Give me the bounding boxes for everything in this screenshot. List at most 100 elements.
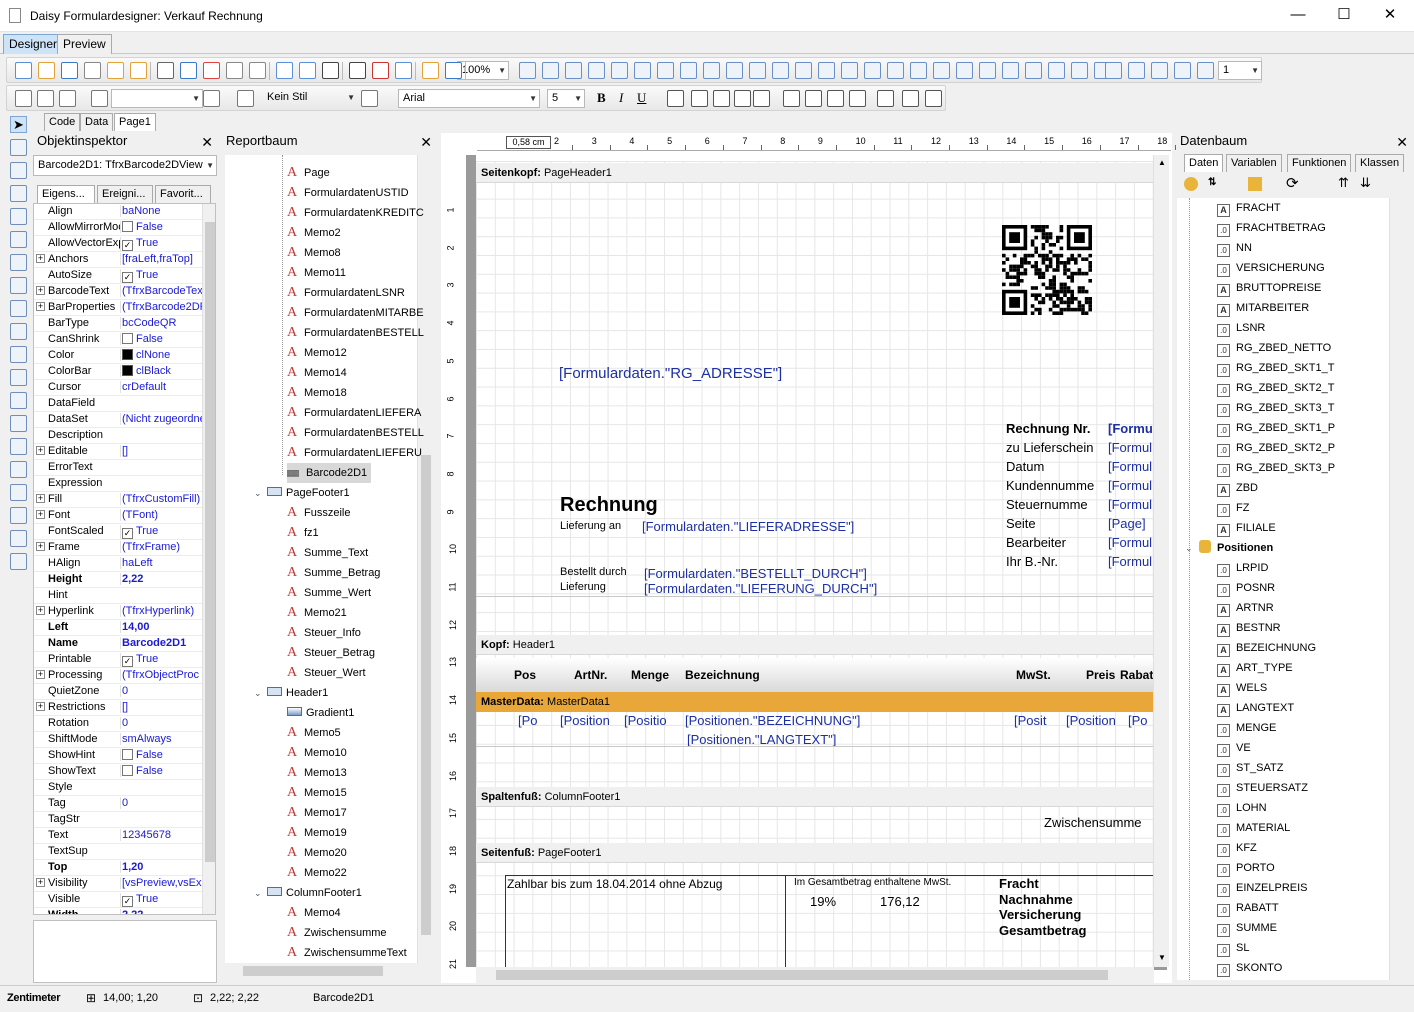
rechnung-heading[interactable]: Rechnung — [560, 494, 658, 517]
toolbar-tool-icon[interactable] — [864, 62, 881, 79]
zoom-tool-icon[interactable] — [10, 162, 27, 179]
data-field[interactable]: A BESTNR — [1217, 618, 1281, 638]
toolbar-tool-icon[interactable] — [726, 62, 743, 79]
column-header[interactable]: Rabat — [1120, 668, 1153, 682]
toolbar-tool-icon[interactable] — [1025, 62, 1042, 79]
line-width-select[interactable]: 1 ▼ — [1218, 61, 1262, 80]
tree-scrollbar[interactable] — [417, 155, 433, 963]
property-row[interactable]: + Fill (TfrxCustomFill) — [34, 492, 202, 508]
expand-icon[interactable]: + — [36, 254, 45, 263]
data-field[interactable]: A LANGTEXT — [1217, 698, 1294, 718]
property-row[interactable]: Name Barcode2D1 — [34, 636, 202, 652]
tree-item[interactable]: Header1 — [267, 683, 328, 703]
data-field[interactable]: .0 NN — [1217, 238, 1252, 258]
expand-icon[interactable]: + — [36, 702, 45, 711]
property-value[interactable]: 0 — [120, 685, 202, 697]
font-size-select[interactable]: 5 ▼ — [547, 89, 585, 108]
tab-events[interactable]: Ereigni... — [97, 185, 153, 203]
property-value[interactable]: False — [120, 221, 202, 233]
toolbar-tool-icon[interactable] — [887, 62, 904, 79]
property-row[interactable]: BarType bcCodeQR — [34, 316, 202, 332]
add-dataset-icon[interactable] — [1248, 177, 1262, 191]
property-value[interactable]: False — [120, 749, 202, 761]
data-field[interactable]: .0 MENGE — [1217, 718, 1276, 738]
property-value[interactable]: (TfrxCustomFill) — [120, 493, 202, 505]
toolbar-tool-icon[interactable] — [203, 90, 220, 107]
property-row[interactable]: Tag 0 — [34, 796, 202, 812]
property-value[interactable]: clBlack — [120, 365, 202, 377]
property-row[interactable]: ShowHint False — [34, 748, 202, 764]
tree-item[interactable]: A Steuer_Betrag — [287, 643, 375, 663]
tree-item[interactable]: A Memo14 — [287, 363, 347, 383]
data-field[interactable]: .0 STEUERSATZ — [1217, 778, 1308, 798]
toolbar-tool-icon[interactable] — [713, 90, 730, 107]
checkbox-icon[interactable] — [122, 765, 133, 776]
toolbar-tool-icon[interactable] — [795, 62, 812, 79]
info-label[interactable]: Bearbeiter — [1006, 535, 1066, 550]
property-row[interactable]: + Font (TFont) — [34, 508, 202, 524]
data-field[interactable]: .0 RG_ZBED_SKT3_P — [1217, 458, 1335, 478]
property-row[interactable]: + Anchors [fraLeft,fraTop] — [34, 252, 202, 268]
property-value[interactable]: 2,22 — [120, 573, 202, 585]
property-value[interactable]: baNone — [120, 205, 202, 217]
property-row[interactable]: QuietZone 0 — [34, 684, 202, 700]
property-value[interactable]: bcCodeQR — [120, 317, 202, 329]
property-row[interactable]: ColorBar clBlack — [34, 364, 202, 380]
data-field[interactable]: A FILIALE — [1217, 518, 1276, 538]
toolbar-tool-icon[interactable] — [565, 62, 582, 79]
tree-item[interactable]: A FormulardatenLIEFERU — [287, 443, 422, 463]
toolbar-tool-icon[interactable] — [361, 90, 378, 107]
tree-item[interactable]: A Memo21 — [287, 603, 347, 623]
property-row[interactable]: Top 1,20 — [34, 860, 202, 876]
data-field[interactable]: .0 MATERIAL — [1217, 818, 1290, 838]
info-value[interactable]: [Page] — [1108, 516, 1146, 531]
toolbar-tool-icon[interactable] — [703, 62, 720, 79]
data-field[interactable]: .0 RG_ZBED_SKT3_T — [1217, 398, 1334, 418]
toolbar-tool-icon[interactable] — [299, 62, 316, 79]
property-value[interactable]: [] — [120, 701, 202, 713]
tab-data[interactable]: Data — [80, 113, 114, 131]
toolbar-tool-icon[interactable] — [130, 62, 147, 79]
column-header[interactable]: Preis — [1086, 668, 1115, 682]
format-painter-icon[interactable] — [10, 208, 27, 225]
property-row[interactable]: Left 14,00 — [34, 620, 202, 636]
info-value[interactable]: [Formul — [1108, 440, 1152, 455]
chart-tool-icon[interactable] — [10, 484, 27, 501]
toolbar-tool-icon[interactable] — [611, 62, 628, 79]
tree-item[interactable]: A Summe_Wert — [287, 583, 371, 603]
hand-tool-icon[interactable] — [10, 139, 27, 156]
mwst-percent[interactable]: 19% — [810, 894, 836, 909]
toolbar-tool-icon[interactable] — [749, 62, 766, 79]
crosstab-icon[interactable] — [10, 438, 27, 455]
tab-designer[interactable]: Designer — [3, 34, 64, 54]
toolbar-tool-icon[interactable] — [925, 90, 942, 107]
column-header[interactable]: Pos — [514, 668, 536, 682]
info-label[interactable]: Rechnung Nr. — [1006, 421, 1091, 436]
row-field[interactable]: [Positio — [624, 713, 667, 728]
pen-tool-icon[interactable] — [10, 300, 27, 317]
design-vscrollbar[interactable]: ▲ ▼ — [1153, 155, 1169, 967]
property-value[interactable]: (TfrxBarcodeTex — [120, 285, 202, 297]
toolbar-tool-icon[interactable] — [979, 62, 996, 79]
toolbar-tool-icon[interactable] — [1197, 62, 1214, 79]
property-value[interactable]: False — [120, 765, 202, 777]
info-label[interactable]: zu Lieferschein — [1006, 440, 1093, 455]
data-field[interactable]: .0 EINZELPREIS — [1217, 878, 1308, 898]
property-value[interactable]: 14,00 — [120, 621, 202, 633]
tree-item[interactable]: A Memo15 — [287, 783, 347, 803]
tree-item[interactable]: A Memo13 — [287, 763, 347, 783]
data-field[interactable]: .0 SKONTO — [1217, 958, 1282, 978]
tab-favorites[interactable]: Favorit... — [155, 185, 211, 203]
property-row[interactable]: AllowMirrorMoc False — [34, 220, 202, 236]
toolbar-tool-icon[interactable] — [445, 62, 462, 79]
expand-icon[interactable]: + — [36, 494, 45, 503]
toolbar-tool-icon[interactable] — [734, 90, 751, 107]
info-value[interactable]: [Formul — [1108, 535, 1152, 550]
property-row[interactable]: Cursor crDefault — [34, 380, 202, 396]
rg-adresse-field[interactable]: [Formulardaten."RG_ADRESSE"] — [559, 365, 782, 382]
toolbar-tool-icon[interactable] — [691, 90, 708, 107]
band-page-header[interactable]: Seitenkopf: PageHeader1 — [476, 163, 1153, 183]
mwst-title[interactable]: Im Gesamtbetrag enthaltene MwSt. — [794, 877, 951, 888]
toolbar-tool-icon[interactable] — [841, 62, 858, 79]
property-value[interactable]: 2,22 — [120, 909, 202, 914]
